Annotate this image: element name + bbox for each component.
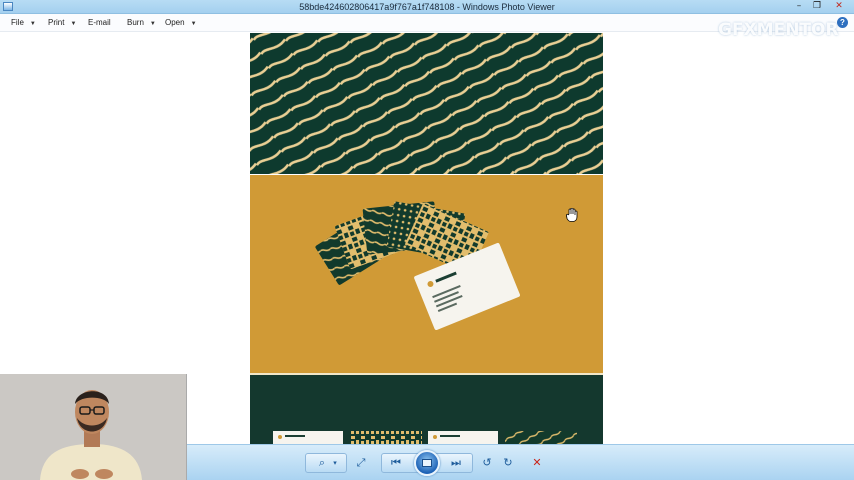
previous-icon[interactable]: ⏮ <box>386 454 406 472</box>
tiger-stripe-pattern-panel <box>250 33 603 174</box>
card-row-panel <box>250 375 603 444</box>
chevron-down-icon: ▼ <box>149 21 156 27</box>
business-card-mockup-panel <box>250 175 603 373</box>
slideshow-screen-glyph <box>422 459 432 467</box>
rotate-counterclockwise-icon[interactable]: ↺ <box>478 454 496 472</box>
delete-icon[interactable]: ✕ <box>528 454 546 472</box>
email-menu-label: E-mail <box>88 18 111 27</box>
fanned-cards-graphic <box>315 201 520 330</box>
burn-menu[interactable]: Burn ▼ <box>127 14 156 32</box>
print-menu[interactable]: Print ▼ <box>48 14 76 32</box>
fit-window-icon[interactable]: ⤢ <box>352 454 370 472</box>
presenter-video-graphic <box>0 374 186 480</box>
zoom-icon[interactable]: ⌕ <box>312 454 332 472</box>
file-menu-label: File <box>11 18 24 27</box>
restore-button[interactable]: ❐ <box>808 0 826 14</box>
gfx-mentor-watermark: GFXMENTOR <box>718 20 839 40</box>
card-row-graphic <box>273 431 577 444</box>
slideshow-icon[interactable] <box>414 450 440 476</box>
rotate-clockwise-icon[interactable]: ↻ <box>499 454 517 472</box>
close-button[interactable]: ✕ <box>829 0 849 14</box>
open-menu[interactable]: Open ▼ <box>165 14 197 32</box>
burn-menu-label: Burn <box>127 18 144 27</box>
stripe-pattern-graphic <box>250 33 603 174</box>
next-icon[interactable]: ⏭ <box>446 454 466 472</box>
chevron-down-icon: ▼ <box>70 21 77 27</box>
chevron-down-icon: ▼ <box>29 21 36 27</box>
chevron-down-icon: ▼ <box>190 21 197 27</box>
hand-cursor-icon <box>566 208 578 222</box>
open-menu-label: Open <box>165 18 185 27</box>
file-menu[interactable]: File ▼ <box>11 14 36 32</box>
print-menu-label: Print <box>48 18 65 27</box>
displayed-image[interactable] <box>250 33 603 444</box>
zoom-dropdown-icon[interactable]: ▾ <box>330 454 340 472</box>
webcam-overlay <box>0 374 187 480</box>
title-bar: 58bde424602806417a9f767a1f748108 - Windo… <box>0 0 854 14</box>
window-title: 58bde424602806417a9f767a1f748108 - Windo… <box>299 2 555 12</box>
email-menu[interactable]: E-mail <box>88 14 111 32</box>
minimize-button[interactable]: – <box>790 0 808 14</box>
